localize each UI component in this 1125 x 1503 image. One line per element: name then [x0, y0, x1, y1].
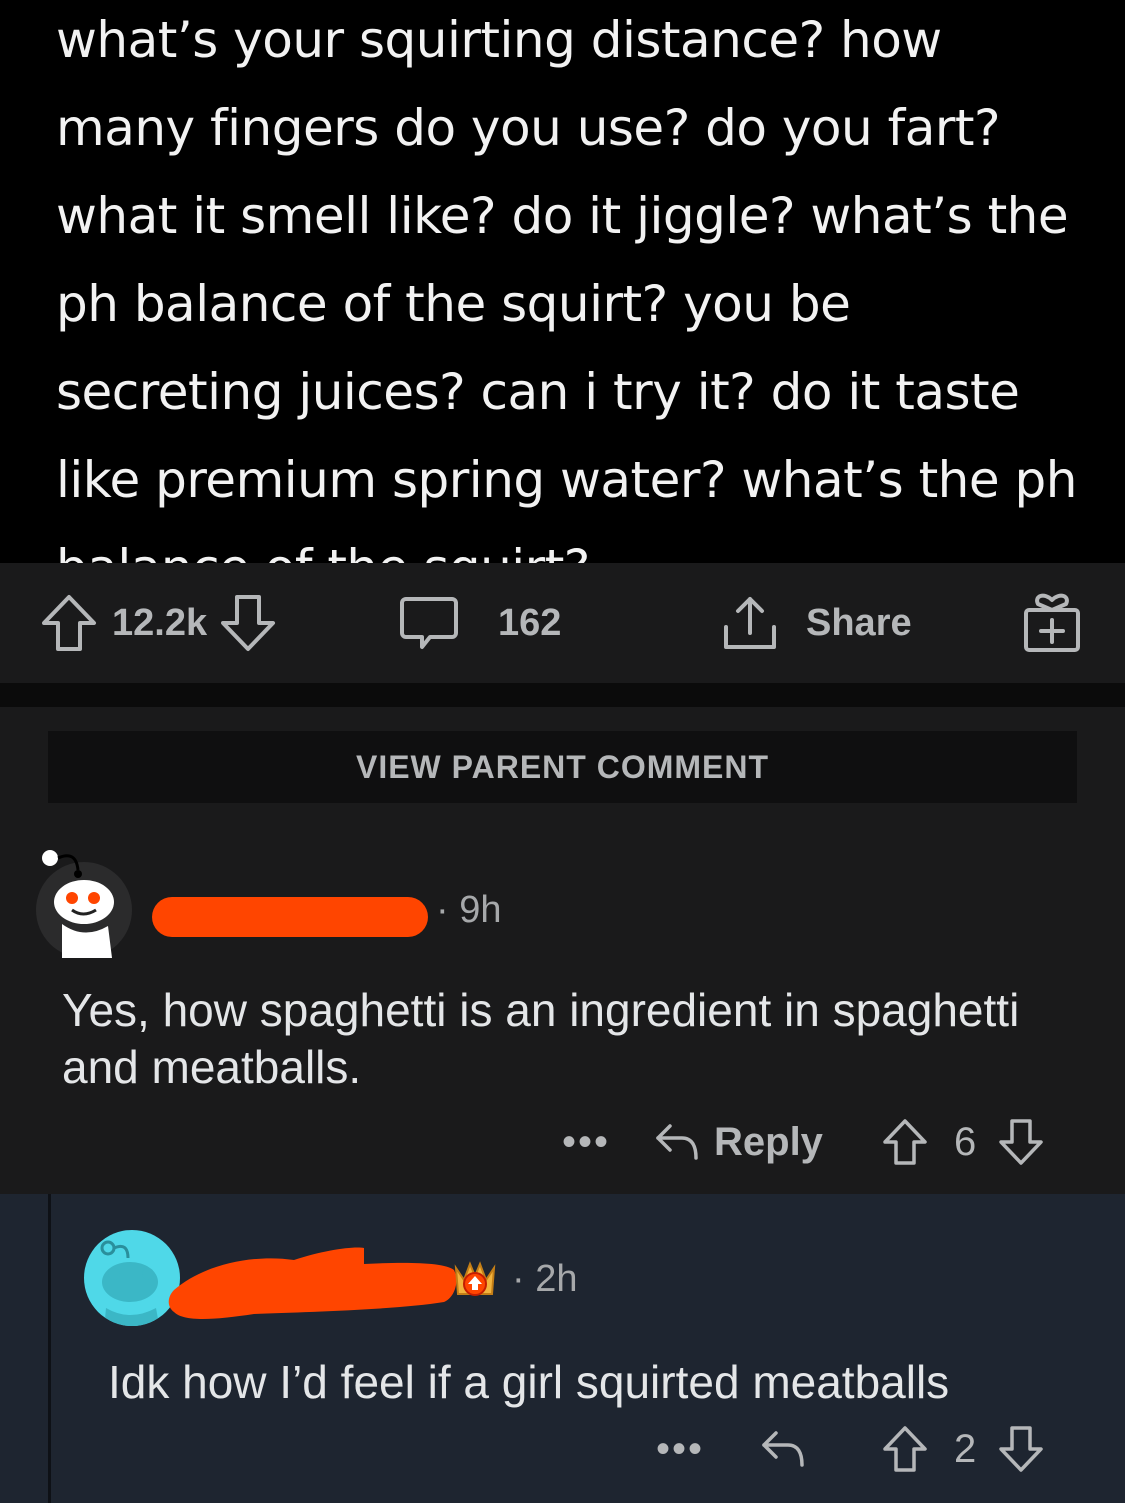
- comments-button[interactable]: 162: [400, 563, 561, 683]
- comment-icon: [400, 593, 458, 653]
- share-icon: [720, 593, 780, 653]
- comments-section: VIEW PARENT COMMENT · 9h Yes, how spaghe…: [0, 707, 1125, 1194]
- comment-vote-group: 6: [882, 1112, 1044, 1172]
- redacted-username: [168, 1247, 457, 1319]
- more-options-button[interactable]: •••: [562, 1112, 610, 1172]
- reply-icon: [760, 1429, 806, 1469]
- comment-actions: ••• 2: [0, 1419, 1125, 1479]
- reply-comment: · 2h Idk how I’d feel if a girl squirted…: [0, 1194, 1125, 1503]
- more-options-icon: •••: [562, 1119, 611, 1164]
- reply-button[interactable]: [760, 1419, 806, 1479]
- award-button[interactable]: [1022, 563, 1082, 683]
- reddit-comment-page: what’s your squirting distance? how many…: [0, 0, 1125, 1503]
- award-badge-icon: [450, 1254, 500, 1304]
- comment-timestamp: · 2h: [512, 1258, 578, 1300]
- post-score: 12.2k: [112, 601, 208, 644]
- reply-label: Reply: [714, 1119, 823, 1164]
- upvote-icon[interactable]: [882, 1118, 928, 1166]
- upvote-icon[interactable]: [40, 593, 98, 653]
- comment-score: 2: [954, 1426, 977, 1471]
- section-divider: [0, 683, 1125, 707]
- post-action-bar: 12.2k 162 Share: [0, 563, 1125, 683]
- redacted-username: [152, 897, 428, 937]
- comment-score: 6: [954, 1119, 977, 1164]
- comment-body: Yes, how spaghetti is an ingredient in s…: [62, 984, 1020, 1093]
- post-vote-group: 12.2k: [40, 563, 277, 683]
- downvote-icon[interactable]: [998, 1425, 1044, 1473]
- comment-count: 162: [498, 601, 562, 644]
- post-image[interactable]: what’s your squirting distance? how many…: [0, 0, 1125, 563]
- post-image-text: what’s your squirting distance? how many…: [56, 11, 1077, 563]
- award-icon: [1022, 592, 1082, 654]
- share-button[interactable]: Share: [720, 563, 912, 683]
- reply-button[interactable]: Reply: [654, 1112, 823, 1172]
- more-options-icon: •••: [656, 1426, 705, 1471]
- comment-timestamp: · 9h: [436, 889, 502, 931]
- downvote-icon[interactable]: [219, 593, 277, 653]
- share-label: Share: [806, 601, 912, 644]
- comment-actions: ••• Reply 6: [0, 1112, 1125, 1172]
- comment-body: Idk how I’d feel if a girl squirted meat…: [108, 1356, 950, 1408]
- comment-vote-group: 2: [882, 1419, 1044, 1479]
- avatar[interactable]: [36, 850, 132, 958]
- view-parent-comment-button[interactable]: VIEW PARENT COMMENT: [48, 731, 1077, 803]
- downvote-icon[interactable]: [998, 1118, 1044, 1166]
- more-options-button[interactable]: •••: [656, 1419, 704, 1479]
- upvote-icon[interactable]: [882, 1425, 928, 1473]
- reply-icon: [654, 1122, 700, 1162]
